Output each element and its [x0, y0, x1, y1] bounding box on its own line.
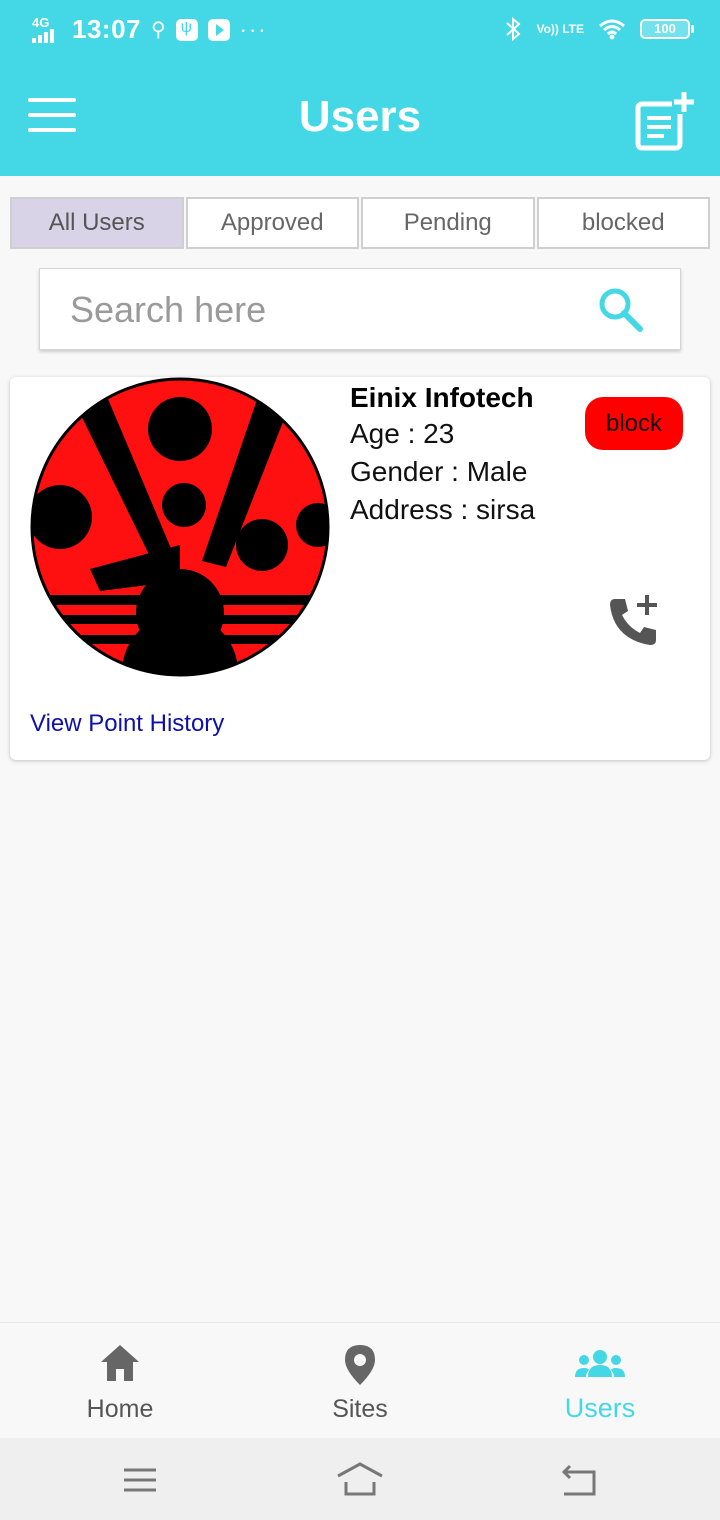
- app-bar: Users: [0, 64, 720, 176]
- user-info: Einix Infotech Age : 23 Gender : Male Ad…: [350, 381, 580, 529]
- bottom-navigation: Home Sites Users: [0, 1322, 720, 1438]
- more-notifications-icon: ···: [239, 16, 268, 42]
- nav-sites-label: Sites: [332, 1395, 388, 1423]
- tab-blocked[interactable]: blocked: [536, 197, 710, 249]
- signal-icon: 4G: [30, 15, 62, 45]
- view-point-history-link[interactable]: View Point History: [30, 710, 224, 738]
- tab-all-users[interactable]: All Users: [10, 197, 184, 249]
- block-button[interactable]: block: [585, 397, 683, 450]
- search-box: [39, 268, 681, 350]
- group-icon: [575, 1350, 625, 1377]
- search-input[interactable]: [70, 283, 590, 337]
- youtube-icon: [207, 18, 230, 41]
- nav-home[interactable]: Home: [0, 1323, 240, 1438]
- nav-home-label: Home: [86, 1395, 154, 1423]
- home-system-icon[interactable]: [334, 1460, 386, 1500]
- user-card: Einix Infotech Age : 23 Gender : Male Ad…: [10, 377, 710, 760]
- volte-icon: Vo)) LTE: [536, 22, 584, 36]
- add-call-icon[interactable]: [606, 593, 662, 649]
- home-icon: [101, 1345, 139, 1381]
- avatar: [30, 377, 330, 677]
- tab-pending[interactable]: Pending: [361, 197, 535, 249]
- tab-approved[interactable]: Approved: [185, 197, 359, 249]
- filter-tabs: All Users Approved Pending blocked: [10, 197, 710, 249]
- system-navigation-bar: [0, 1438, 720, 1520]
- usb-icon: ⚲: [151, 19, 166, 41]
- usb-debug-icon: [175, 18, 198, 41]
- nav-sites[interactable]: Sites: [240, 1323, 480, 1438]
- status-time: 13:07: [72, 14, 141, 44]
- battery-icon: 100: [640, 19, 694, 39]
- nav-users-label: Users: [564, 1393, 636, 1423]
- add-note-icon[interactable]: [634, 90, 696, 152]
- bluetooth-icon: [506, 16, 521, 42]
- recent-apps-icon[interactable]: [114, 1460, 166, 1500]
- page-title: Users: [298, 92, 422, 141]
- search-icon[interactable]: [596, 285, 644, 333]
- status-bar: 4G 13:07 ⚲ ··· Vo)) LTE 100: [0, 0, 720, 64]
- user-gender: Gender : Male: [350, 456, 528, 487]
- nav-users[interactable]: Users: [480, 1323, 720, 1438]
- back-icon[interactable]: [554, 1460, 606, 1500]
- user-address: Address : sirsa: [350, 494, 536, 525]
- user-age: Age : 23: [350, 418, 455, 449]
- wifi-icon: [599, 19, 625, 40]
- map-pin-icon: [345, 1345, 375, 1385]
- user-name: Einix Infotech: [350, 382, 534, 413]
- top-bar: 4G 13:07 ⚲ ··· Vo)) LTE 100 Users: [0, 0, 720, 176]
